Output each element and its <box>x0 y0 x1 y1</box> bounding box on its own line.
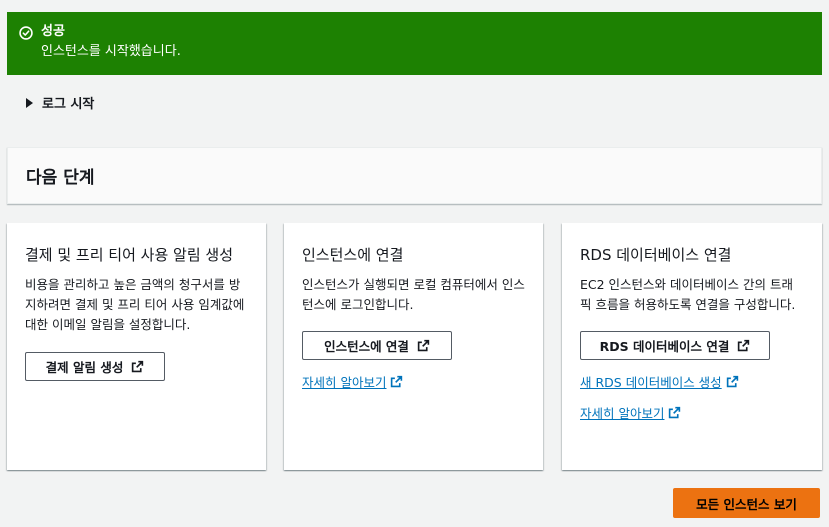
card-title: 인스턴스에 연결 <box>302 246 404 264</box>
success-banner: 성공 인스턴스를 시작했습니다. <box>7 12 822 75</box>
external-link-icon <box>132 360 144 373</box>
external-link-icon <box>738 339 750 352</box>
external-link-icon <box>726 375 738 388</box>
button-label: RDS 데이터베이스 연결 <box>599 339 730 354</box>
next-steps-header: 다음 단계 <box>7 147 822 204</box>
external-link-icon <box>669 406 681 419</box>
billing-alert-card: 결제 및 프리 티어 사용 알림 생성 비용을 관리하고 높은 금액의 청구서를… <box>7 223 266 470</box>
caret-right-icon <box>26 98 33 108</box>
view-all-instances-button[interactable]: 모든 인스턴스 보기 <box>673 488 820 518</box>
card-description: 비용을 관리하고 높은 금액의 청구서를 방지하려면 결제 및 프리 티어 사용… <box>25 277 245 332</box>
banner-title: 성공 <box>41 24 65 39</box>
button-label: 결제 알림 생성 <box>45 360 124 375</box>
card-title: 결제 및 프리 티어 사용 알림 생성 <box>25 246 234 264</box>
connect-instance-button[interactable]: 인스턴스에 연결 <box>302 331 452 360</box>
link-label: 자세히 알아보기 <box>302 375 387 390</box>
connect-instance-card: 인스턴스에 연결 인스턴스가 실행되면 로컬 컴퓨터에서 인스턴스에 로그인합니… <box>284 223 543 470</box>
learn-more-link[interactable]: 자세히 알아보기 <box>302 372 403 391</box>
banner-message: 인스턴스를 시작했습니다. <box>41 44 181 59</box>
create-billing-alert-button[interactable]: 결제 알림 생성 <box>25 352 165 381</box>
link-label: 자세히 알아보기 <box>580 406 665 421</box>
check-circle-icon <box>19 26 33 40</box>
learn-more-link[interactable]: 자세히 알아보기 <box>580 403 681 422</box>
connect-rds-button[interactable]: RDS 데이터베이스 연결 <box>580 331 770 360</box>
link-label: 새 RDS 데이터베이스 생성 <box>580 375 722 390</box>
external-link-icon <box>391 375 403 388</box>
external-link-icon <box>417 339 430 352</box>
next-steps-title: 다음 단계 <box>26 168 95 188</box>
card-description: 인스턴스가 실행되면 로컬 컴퓨터에서 인스턴스에 로그인합니다. <box>302 277 525 312</box>
button-label: 모든 인스턴스 보기 <box>696 496 797 512</box>
card-title: RDS 데이터베이스 연결 <box>580 246 732 264</box>
create-rds-database-link[interactable]: 새 RDS 데이터베이스 생성 <box>580 372 739 391</box>
launch-log-label: 로그 시작 <box>42 96 95 112</box>
card-description: EC2 인스턴스와 데이터베이스 간의 트래픽 흐름을 허용하도록 연결을 구성… <box>580 277 796 312</box>
launch-log-expander[interactable]: 로그 시작 <box>26 92 94 112</box>
button-label: 인스턴스에 연결 <box>324 339 409 354</box>
rds-connect-card: RDS 데이터베이스 연결 EC2 인스턴스와 데이터베이스 간의 트래픽 흐름… <box>562 223 822 470</box>
